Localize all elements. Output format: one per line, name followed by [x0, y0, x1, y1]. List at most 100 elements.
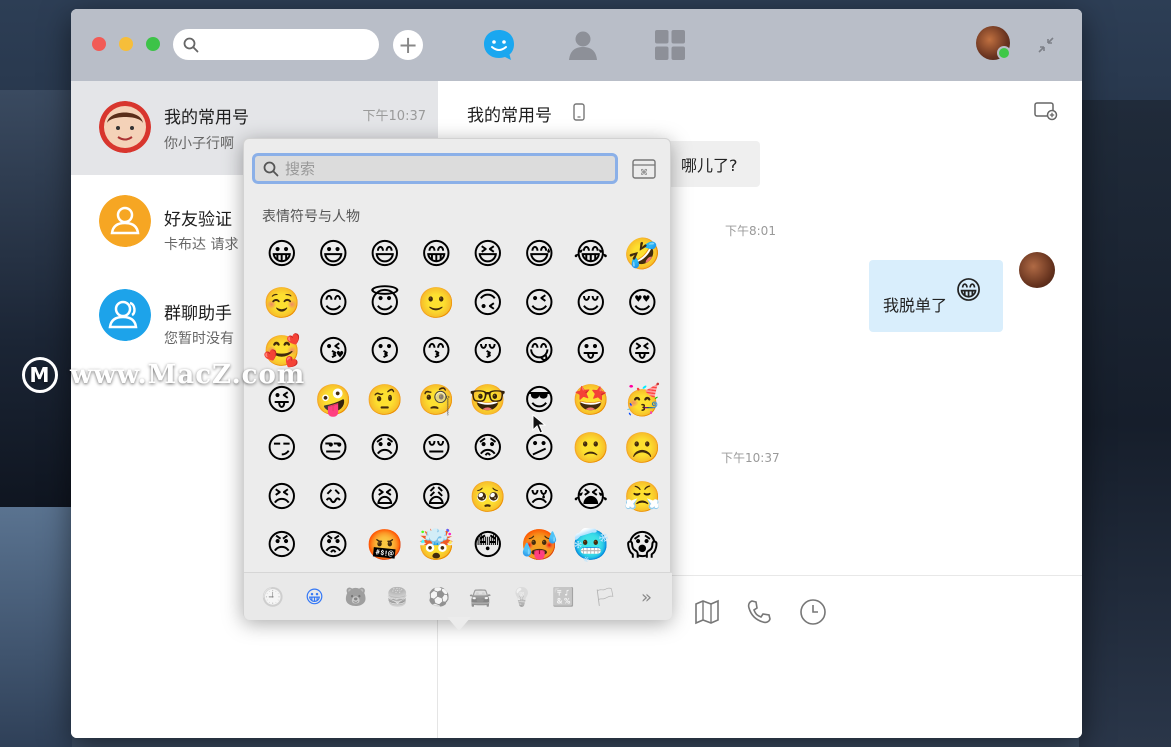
- food-tab-icon[interactable]: 🍔: [386, 585, 410, 609]
- emoji-cell[interactable]: ☺️: [256, 280, 308, 329]
- character-viewer-icon[interactable]: ⌘: [632, 159, 656, 179]
- emoji-cell[interactable]: 🤯: [411, 522, 463, 571]
- emoji-cell[interactable]: 😠: [256, 522, 308, 571]
- conversation-preview: 您暂时没有: [164, 331, 234, 347]
- emoji-cell[interactable]: 😅: [514, 231, 566, 280]
- smileys-tab-icon[interactable]: 😀: [303, 585, 327, 609]
- flags-tab-icon[interactable]: 🏳: [593, 585, 617, 609]
- emoji-cell[interactable]: 😞: [359, 425, 411, 474]
- animals-tab-icon[interactable]: 🐻: [344, 585, 368, 609]
- search-input[interactable]: [173, 29, 379, 60]
- emoji-cell[interactable]: 😁: [411, 231, 463, 280]
- conversation-name: 我的常用号: [164, 108, 249, 128]
- emoji-cell[interactable]: 🤩: [565, 377, 617, 426]
- emoji-cell[interactable]: 😖: [308, 474, 360, 523]
- search-icon: [183, 37, 199, 53]
- emoji-cell[interactable]: 😝: [617, 328, 669, 377]
- emoji-cell[interactable]: 😇: [359, 280, 411, 329]
- more-tab-icon[interactable]: »: [635, 585, 659, 609]
- emoji-cell[interactable]: 😟: [462, 425, 514, 474]
- mouse-cursor-icon: [532, 414, 546, 434]
- emoji-cell[interactable]: 😤: [617, 474, 669, 523]
- emoji-cell[interactable]: 😢: [514, 474, 566, 523]
- grin-emoji: 😁: [955, 276, 983, 306]
- close-window-button[interactable]: [92, 37, 106, 51]
- emoji-cell[interactable]: 🥶: [565, 522, 617, 571]
- group-assistant-icon: [99, 289, 151, 341]
- watermark: M www.MacZ.com: [22, 357, 305, 393]
- map-icon[interactable]: [693, 598, 721, 626]
- emoji-cell[interactable]: 🤣: [617, 231, 669, 280]
- emoji-cell[interactable]: 😊: [308, 280, 360, 329]
- emoji-cell[interactable]: 🤬: [359, 522, 411, 571]
- emoji-cell[interactable]: 🥺: [462, 474, 514, 523]
- emoji-cell[interactable]: 😭: [565, 474, 617, 523]
- symbols-tab-icon[interactable]: 🔣: [552, 585, 576, 609]
- emoji-cell[interactable]: 😘: [308, 328, 360, 377]
- emoji-cell[interactable]: 😆: [462, 231, 514, 280]
- emoji-cell[interactable]: 🤪: [308, 377, 360, 426]
- emoji-cell[interactable]: 🤨: [359, 377, 411, 426]
- emoji-cell[interactable]: 😃: [308, 231, 360, 280]
- objects-tab-icon[interactable]: 💡: [510, 585, 534, 609]
- activity-tab-icon[interactable]: ⚽: [427, 585, 451, 609]
- emoji-cell[interactable]: 🥵: [514, 522, 566, 571]
- online-status-badge: [997, 46, 1011, 60]
- chat-settings-icon[interactable]: [1034, 101, 1058, 121]
- conversation-time: 下午10:37: [362, 109, 426, 124]
- emoji-search-input[interactable]: [285, 158, 605, 180]
- avatar: [99, 101, 151, 153]
- emoji-cell[interactable]: 😂: [565, 231, 617, 280]
- emoji-cell[interactable]: 😉: [514, 280, 566, 329]
- message-bubble-sent[interactable]: 我脱单了 😁: [869, 260, 1003, 332]
- emoji-search-field[interactable]: [252, 153, 618, 184]
- emoji-cell[interactable]: 😏: [256, 425, 308, 474]
- emoji-grid: 😀 😃 😄 😁 😆 😅 😂 🤣 ☺️ 😊 😇 🙂 🙃 😉 😌 😍 🥰 😘 😗 😙 😚 😋 😛 😝 😜 🤪 🤨 🧐 🤓 😎 🤩 🥳 😏 😒 😞 😔 😟 😕 🙁…: [256, 231, 666, 571]
- emoji-cell[interactable]: 😀: [256, 231, 308, 280]
- emoji-cell[interactable]: 🥳: [617, 377, 669, 426]
- travel-tab-icon[interactable]: 🚘: [469, 585, 493, 609]
- emoji-cell[interactable]: 😙: [411, 328, 463, 377]
- chat-nav-icon[interactable]: [481, 27, 517, 63]
- emoji-picker: ⌘ 表情符号与人物 😀😃😄😁😆😅😂🤣☺️😊😇🙂🙃😉😌😍🥰😘😗😙😚😋😛😝😜🤪🤨🧐🤓…: [243, 138, 672, 620]
- history-clock-icon[interactable]: [799, 598, 827, 626]
- watermark-text: www.MacZ.com: [70, 360, 306, 390]
- emoji-cell[interactable]: 😗: [359, 328, 411, 377]
- emoji-cell[interactable]: 😍: [617, 280, 669, 329]
- emoji-cell[interactable]: 😔: [411, 425, 463, 474]
- emoji-category-tabs: 🕘 😀 🐻 🍔 ⚽ 🚘 💡 🔣 🏳 »: [244, 572, 672, 620]
- contacts-nav-icon[interactable]: [565, 27, 601, 63]
- add-button[interactable]: +: [393, 30, 423, 60]
- emoji-cell[interactable]: 😩: [411, 474, 463, 523]
- apps-nav-icon[interactable]: [652, 27, 688, 63]
- emoji-cell[interactable]: 🙂: [411, 280, 463, 329]
- macz-logo: M: [22, 357, 58, 393]
- message-text: 我脱单了: [883, 296, 948, 315]
- minimize-window-button[interactable]: [119, 37, 133, 51]
- emoji-cell[interactable]: 😡: [308, 522, 360, 571]
- emoji-cell[interactable]: ☹️: [617, 425, 669, 474]
- emoji-cell[interactable]: 😚: [462, 328, 514, 377]
- emoji-cell[interactable]: 😱: [617, 522, 669, 571]
- search-icon: [263, 161, 279, 177]
- phone-call-icon[interactable]: [745, 598, 773, 626]
- conversation-name: 群聊助手: [164, 304, 232, 324]
- emoji-cell[interactable]: 😄: [359, 231, 411, 280]
- emoji-cell[interactable]: 🧐: [411, 377, 463, 426]
- emoji-cell[interactable]: 😒: [308, 425, 360, 474]
- zoom-window-button[interactable]: [146, 37, 160, 51]
- emoji-cell[interactable]: 😫: [359, 474, 411, 523]
- emoji-cell[interactable]: 😛: [565, 328, 617, 377]
- svg-text:⌘: ⌘: [640, 168, 648, 177]
- recent-tab-icon[interactable]: 🕘: [261, 585, 285, 609]
- emoji-cell[interactable]: 🙃: [462, 280, 514, 329]
- desktop-background-right: [1079, 100, 1171, 747]
- shrink-window-icon[interactable]: [1036, 35, 1056, 55]
- emoji-cell[interactable]: 😳: [462, 522, 514, 571]
- emoji-cell[interactable]: 🤓: [462, 377, 514, 426]
- emoji-cell[interactable]: 😋: [514, 328, 566, 377]
- title-bar: +: [71, 9, 1082, 81]
- emoji-cell[interactable]: 😌: [565, 280, 617, 329]
- emoji-cell[interactable]: 🙁: [565, 425, 617, 474]
- emoji-cell[interactable]: 😣: [256, 474, 308, 523]
